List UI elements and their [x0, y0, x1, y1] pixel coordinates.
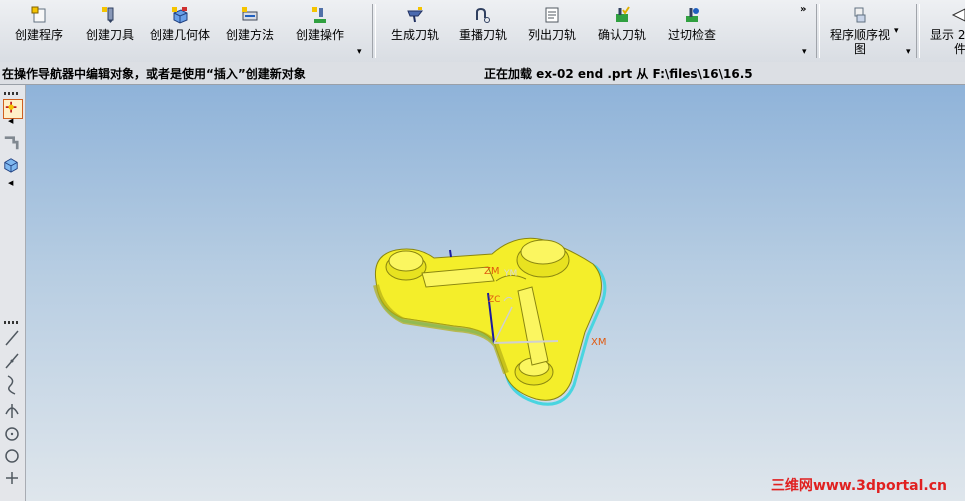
gouge-check-label: 过切检查 [667, 28, 716, 42]
axis-label-zc: ZC [488, 295, 501, 305]
toolbar-chevron-icon[interactable]: » [800, 4, 806, 15]
toolbar-overflow-arrow[interactable]: ▾ [357, 47, 362, 57]
generate-toolpath-label: 生成刀轨 [390, 28, 439, 42]
display-icon [951, 8, 965, 22]
operation-navigator-tab[interactable] [3, 99, 23, 119]
create-method-icon [242, 7, 258, 21]
display-label-line1: 显示 2 [930, 28, 965, 42]
point-icon[interactable] [6, 472, 18, 484]
toolbar-group-view: 程序顺序视 图 ▾ ▾ 显示 2 件 [820, 0, 965, 60]
create-tool-label: 创建刀具 [85, 28, 134, 42]
verify-toolpath-icon [616, 6, 630, 22]
program-order-view-label-line2: 图 [853, 42, 866, 56]
program-order-view-label-line1: 程序顺序视 [829, 28, 890, 42]
replay-toolpath-label: 重播刀轨 [458, 28, 507, 42]
create-tool-icon [102, 7, 114, 23]
resource-bar: ◀ ◀ [0, 85, 26, 501]
display-button[interactable]: 显示 2 件 [920, 0, 965, 58]
line-icon[interactable] [5, 330, 19, 346]
point-line-icon[interactable] [5, 353, 19, 369]
collapse-arrow-icon[interactable]: ◀ [8, 117, 13, 125]
dropdown-arrow[interactable]: ▾ [894, 26, 899, 36]
cue-status-bar: 在操作导航器中编辑对象，或者是使用“插入”创建新对象 正在加载 ex-02 en… [0, 62, 965, 85]
create-operation-button[interactable]: 创建操作 [286, 0, 354, 58]
create-method-button[interactable]: 创建方法 [216, 0, 284, 58]
display-label-line2: 件 [954, 42, 965, 56]
create-program-label: 创建程序 [14, 28, 63, 42]
display-label: 显示 2 件 [930, 28, 965, 56]
graphics-window[interactable]: ZM YM ZC XM 三维网www.3dportal.cn [26, 85, 965, 501]
status-line-text: 正在加载 ex-02 end .prt 从 F:\files\16\16.5 [484, 67, 753, 81]
replay-toolpath-button[interactable]: 重播刀轨 [448, 0, 518, 58]
verify-toolpath-label: 确认刀轨 [597, 28, 646, 42]
toolbar-group-toolpath: 生成刀轨 重播刀轨 列出刀轨 确认刀轨 过切检查 » ▾ [376, 0, 816, 60]
program-order-view-button[interactable]: 程序顺序视 图 [822, 0, 898, 58]
axis-label-ym: YM [504, 269, 518, 279]
replay-toolpath-icon [476, 7, 490, 23]
watermark-url: www.3dportal.cn [812, 478, 947, 494]
collapse-arrow-icon[interactable]: ◀ [8, 179, 13, 187]
spline-icon[interactable] [7, 375, 16, 395]
program-order-view-icon [854, 7, 866, 23]
create-program-icon [31, 6, 46, 23]
operation-navigator-icon [5, 101, 17, 113]
create-geometry-button[interactable]: 创建几何体 [146, 0, 214, 58]
machine-tool-tab[interactable] [3, 135, 21, 153]
axis-label-xm: XM [591, 337, 607, 348]
cue-line-text: 在操作导航器中编辑对象，或者是使用“插入”创建新对象 [2, 67, 306, 81]
create-method-label: 创建方法 [225, 28, 274, 42]
toolbar-overflow-arrow[interactable]: ▾ [802, 47, 807, 57]
curve-tools [5, 330, 19, 484]
machine-tool-icon [4, 136, 19, 150]
toolbar-group-create: 创建程序 创建刀具 创建几何体 创建方法 创建操作 ▾ [0, 0, 372, 60]
list-toolpath-button[interactable]: 列出刀轨 [517, 0, 587, 58]
gouge-check-icon [686, 8, 699, 22]
toolbar-overflow-arrow[interactable]: ▾ [906, 47, 911, 57]
toolbar-grip[interactable] [4, 92, 20, 95]
circle-icon[interactable] [5, 449, 19, 463]
generate-toolpath-icon [407, 7, 424, 23]
watermark: 三维网www.3dportal.cn [771, 475, 947, 495]
program-order-view-label: 程序顺序视 图 [822, 28, 898, 56]
create-program-button[interactable]: 创建程序 [4, 0, 74, 58]
create-tool-button[interactable]: 创建刀具 [76, 0, 144, 58]
create-operation-label: 创建操作 [295, 28, 344, 42]
toolbar-grip[interactable] [4, 321, 20, 324]
part-navigator-tab[interactable] [3, 157, 21, 175]
create-geometry-icon [172, 7, 188, 24]
axis-label-zm: ZM [484, 266, 500, 277]
gouge-check-button[interactable]: 过切检查 [657, 0, 727, 58]
main-toolbar: 创建程序 创建刀具 创建几何体 创建方法 创建操作 ▾ 生成刀轨 重播刀轨 列出… [0, 0, 965, 63]
create-geometry-label: 创建几何体 [149, 28, 210, 42]
part-model [373, 237, 607, 406]
verify-toolpath-button[interactable]: 确认刀轨 [587, 0, 657, 58]
cube-icon [4, 158, 18, 173]
create-operation-icon [312, 7, 326, 23]
tangent-icon[interactable] [5, 404, 19, 418]
watermark-brand: 三维网 [770, 478, 813, 494]
list-toolpath-icon [545, 7, 559, 23]
list-toolpath-label: 列出刀轨 [527, 28, 576, 42]
circle-center-icon[interactable] [5, 427, 19, 441]
generate-toolpath-button[interactable]: 生成刀轨 [380, 0, 450, 58]
